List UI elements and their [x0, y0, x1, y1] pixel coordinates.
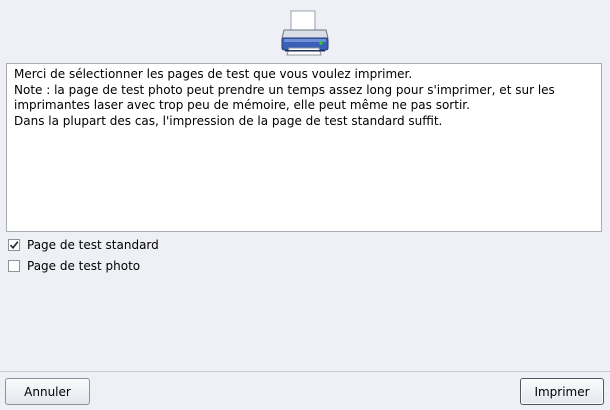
instructions-text: Merci de sélectionner les pages de test … [6, 63, 602, 232]
cancel-button[interactable]: Annuler [5, 378, 90, 405]
photo-test-page-option[interactable]: Page de test photo [8, 258, 140, 274]
check-icon [9, 241, 19, 250]
photo-test-page-label: Page de test photo [27, 259, 141, 273]
standard-test-page-checkbox[interactable] [8, 239, 20, 251]
standard-test-page-label: Page de test standard [27, 238, 159, 252]
printer-icon [279, 8, 331, 58]
photo-test-page-checkbox[interactable] [8, 260, 20, 272]
standard-test-page-option[interactable]: Page de test standard [8, 237, 159, 253]
print-button[interactable]: Imprimer [520, 378, 604, 405]
button-bar-separator [0, 371, 610, 372]
